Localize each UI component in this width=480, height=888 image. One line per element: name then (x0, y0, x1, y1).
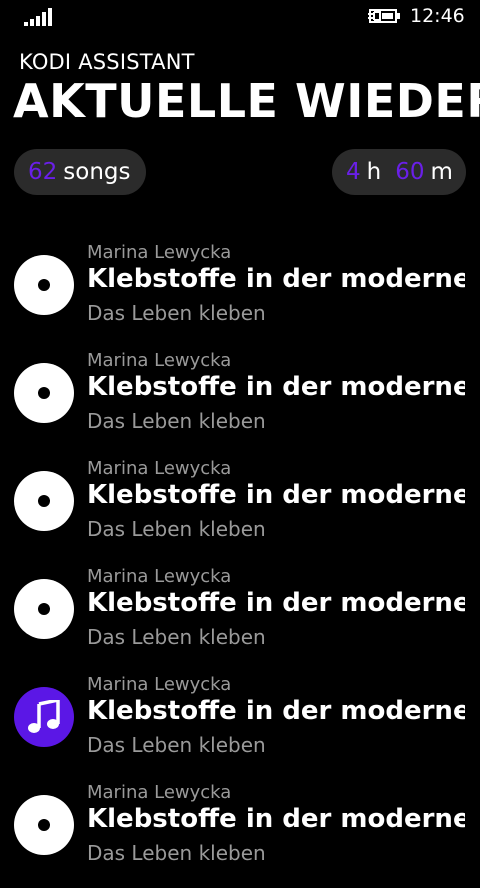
songs-count-label: songs (63, 159, 131, 185)
disc-icon (14, 579, 74, 639)
song-list-item[interactable]: Marina Lewycka Klebstoffe in der moderne… (0, 348, 480, 456)
music-note-icon (14, 687, 74, 747)
duration-minutes-unit: m (430, 159, 453, 185)
disc-icon (14, 471, 74, 531)
duration-hours-value: 4 (346, 159, 361, 185)
song-album: Das Leben kleben (87, 733, 266, 757)
disc-icon (14, 255, 74, 315)
signal-strength-icon (24, 8, 52, 26)
songs-count-value: 62 (28, 159, 58, 185)
duration-hours-unit: h (366, 159, 382, 185)
song-album: Das Leben kleben (87, 517, 266, 541)
song-title: Klebstoffe in der modernen (87, 588, 465, 618)
song-title: Klebstoffe in der modernen (87, 264, 465, 294)
app-title: KODI ASSISTANT (19, 50, 195, 74)
song-title: Klebstoffe in der modernen (87, 804, 465, 834)
song-album: Das Leben kleben (87, 625, 266, 649)
status-bar: 12:46 (0, 0, 480, 32)
song-list-item[interactable]: Marina Lewycka Klebstoffe in der moderne… (0, 456, 480, 564)
song-title: Klebstoffe in der modernen (87, 696, 465, 726)
song-list-item[interactable]: Marina Lewycka Klebstoffe in der moderne… (0, 564, 480, 672)
song-list-item[interactable]: Marina Lewycka Klebstoffe in der moderne… (0, 780, 480, 888)
song-album: Das Leben kleben (87, 841, 266, 865)
songs-count-badge: 62 songs (14, 149, 146, 195)
song-artist: Marina Lewycka (87, 566, 232, 587)
disc-icon (14, 795, 74, 855)
song-artist: Marina Lewycka (87, 458, 232, 479)
duration-minutes-value: 60 (395, 159, 425, 185)
song-album: Das Leben kleben (87, 301, 266, 325)
song-list-item-now-playing[interactable]: Marina Lewycka Klebstoffe in der moderne… (0, 672, 480, 780)
song-artist: Marina Lewycka (87, 674, 232, 695)
song-title: Klebstoffe in der modernen (87, 480, 465, 510)
song-artist: Marina Lewycka (87, 350, 232, 371)
page-title: AKTUELLE WIEDERGABE (13, 74, 480, 128)
total-duration-badge: 4 h 60 m (332, 149, 466, 195)
song-artist: Marina Lewycka (87, 242, 232, 263)
battery-charging-icon (368, 9, 400, 23)
disc-icon (14, 363, 74, 423)
status-clock: 12:46 (410, 5, 465, 27)
song-title: Klebstoffe in der modernen (87, 372, 465, 402)
song-list-item[interactable]: Marina Lewycka Klebstoffe in der moderne… (0, 240, 480, 348)
song-album: Das Leben kleben (87, 409, 266, 433)
